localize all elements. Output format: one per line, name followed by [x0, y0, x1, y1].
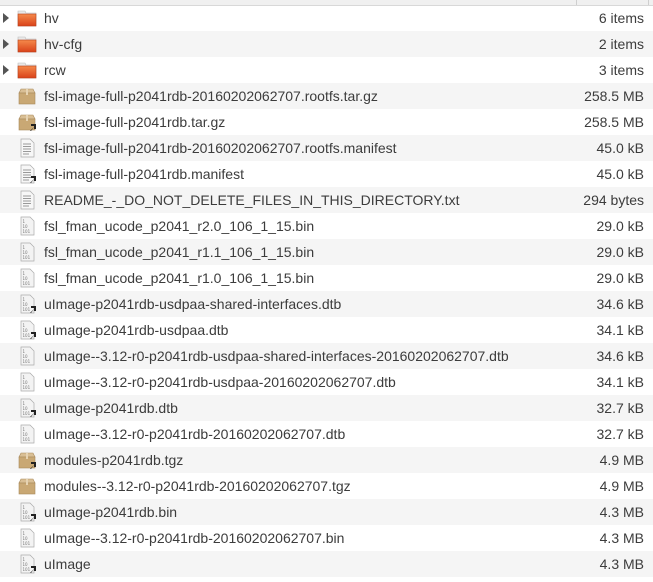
- file-name: modules--3.12-r0-p2041rdb-20160202062707…: [44, 478, 351, 494]
- folder-icon: [17, 8, 37, 28]
- file-size: 3 items: [598, 62, 644, 78]
- file-row[interactable]: 1 10 101 uImage-p2041rdb-usdpaa-shared-inte…: [0, 291, 653, 317]
- file-size: 258.5 MB: [584, 88, 644, 104]
- binary-symlink-icon: 1 10 101: [17, 320, 37, 340]
- file-row[interactable]: 1 10 101 uImage 4.3 MB: [0, 551, 653, 577]
- svg-text:101: 101: [23, 281, 31, 286]
- file-name: uImage-p2041rdb-usdpaa.dtb: [44, 322, 229, 338]
- file-size: 4.9 MB: [599, 478, 644, 494]
- file-name: uImage--3.12-r0-p2041rdb-20160202062707.…: [44, 530, 345, 546]
- file-size: 4.3 MB: [599, 530, 644, 546]
- text-icon: [17, 190, 37, 210]
- binary-symlink-icon: 1 10 101: [17, 502, 37, 522]
- file-size: 34.6 kB: [596, 296, 644, 312]
- file-row[interactable]: 1 10 101 uImage-p2041rdb.dtb 32.7 kB: [0, 395, 653, 421]
- file-name: uImage-p2041rdb.bin: [44, 504, 178, 520]
- file-size: 34.6 kB: [596, 348, 644, 364]
- file-row[interactable]: README_-_DO_NOT_DELETE_FILES_IN_THIS_DIR…: [0, 187, 653, 213]
- file-name: uImage-p2041rdb.dtb: [44, 400, 178, 416]
- file-size: 34.1 kB: [596, 322, 644, 338]
- file-size: 2 items: [598, 36, 644, 52]
- svg-text:101: 101: [23, 255, 31, 260]
- file-name: fsl-image-full-p2041rdb-20160202062707.r…: [44, 140, 397, 156]
- text-icon: [17, 138, 37, 158]
- file-size: 45.0 kB: [596, 140, 644, 156]
- file-row[interactable]: modules-p2041rdb.tgz 4.9 MB: [0, 447, 653, 473]
- file-row[interactable]: 1 10 101 uImage--3.12-r0-p2041rdb-201602020…: [0, 525, 653, 551]
- binary-icon: 1 10 101: [17, 528, 37, 548]
- file-size: 29.0 kB: [596, 218, 644, 234]
- file-name: hv-cfg: [44, 36, 83, 52]
- file-name: uImage--3.12-r0-p2041rdb-20160202062707.…: [44, 426, 346, 442]
- binary-icon: 1 10 101: [17, 242, 37, 262]
- file-name: rcw: [44, 62, 66, 78]
- folder-icon: [17, 60, 37, 80]
- file-row[interactable]: fsl-image-full-p2041rdb.tar.gz 258.5 MB: [0, 109, 653, 135]
- binary-icon: 1 10 101: [17, 268, 37, 288]
- file-row[interactable]: fsl-image-full-p2041rdb-20160202062707.r…: [0, 83, 653, 109]
- svg-text:101: 101: [23, 437, 31, 442]
- text-symlink-icon: [17, 164, 37, 184]
- file-row[interactable]: 1 10 101 uImage--3.12-r0-p2041rdb-usdpaa-20…: [0, 369, 653, 395]
- binary-icon: 1 10 101: [17, 346, 37, 366]
- file-size: 4.3 MB: [599, 504, 644, 520]
- archive-icon: [17, 476, 37, 496]
- file-size: 4.3 MB: [599, 556, 644, 572]
- file-row[interactable]: 1 10 101 fsl_fman_ucode_p2041_r2.0_106_1_15…: [0, 213, 653, 239]
- binary-symlink-icon: 1 10 101: [17, 294, 37, 314]
- archive-symlink-icon: [17, 112, 37, 132]
- file-size: 45.0 kB: [596, 166, 644, 182]
- folder-icon: [17, 34, 37, 54]
- archive-icon: [17, 86, 37, 106]
- svg-text:101: 101: [23, 541, 31, 546]
- binary-symlink-icon: 1 10 101: [17, 398, 37, 418]
- svg-text:101: 101: [23, 385, 31, 390]
- file-name: modules-p2041rdb.tgz: [44, 452, 184, 468]
- svg-text:101: 101: [23, 359, 31, 364]
- file-name: fsl-image-full-p2041rdb-20160202062707.r…: [44, 88, 378, 104]
- folder-row[interactable]: rcw 3 items: [0, 57, 653, 83]
- binary-icon: 1 10 101: [17, 372, 37, 392]
- file-name: fsl_fman_ucode_p2041_r1.1_106_1_15.bin: [44, 244, 315, 260]
- file-size: 294 bytes: [583, 192, 644, 208]
- svg-text:101: 101: [23, 229, 31, 234]
- file-name: uImage: [44, 556, 91, 572]
- file-row[interactable]: 1 10 101 uImage-p2041rdb-usdpaa.dtb 34.1 kB: [0, 317, 653, 343]
- binary-icon: 1 10 101: [17, 216, 37, 236]
- file-size: 6 items: [598, 10, 644, 26]
- binary-symlink-icon: 1 10 101: [17, 554, 37, 574]
- file-size: 29.0 kB: [596, 270, 644, 286]
- expander-icon[interactable]: [3, 13, 9, 23]
- file-size: 258.5 MB: [584, 114, 644, 130]
- archive-symlink-icon: [17, 450, 37, 470]
- file-name: hv: [44, 10, 59, 26]
- file-name: uImage--3.12-r0-p2041rdb-usdpaa-20160202…: [44, 374, 396, 390]
- folder-row[interactable]: hv 6 items: [0, 5, 653, 31]
- file-size: 4.9 MB: [599, 452, 644, 468]
- file-row[interactable]: 1 10 101 uImage--3.12-r0-p2041rdb-usdpaa-sh…: [0, 343, 653, 369]
- file-size: 32.7 kB: [596, 400, 644, 416]
- folder-row[interactable]: hv-cfg 2 items: [0, 31, 653, 57]
- file-row[interactable]: 1 10 101 fsl_fman_ucode_p2041_r1.1_106_1_15…: [0, 239, 653, 265]
- file-name: fsl_fman_ucode_p2041_r1.0_106_1_15.bin: [44, 270, 315, 286]
- binary-icon: 1 10 101: [17, 424, 37, 444]
- file-name: fsl_fman_ucode_p2041_r2.0_106_1_15.bin: [44, 218, 315, 234]
- file-list: hv 6 items hv-cfg 2 items rcw 3 items fsl-imag…: [0, 5, 653, 577]
- file-row[interactable]: 1 10 101 fsl_fman_ucode_p2041_r1.0_106_1_15…: [0, 265, 653, 291]
- file-name: README_-_DO_NOT_DELETE_FILES_IN_THIS_DIR…: [44, 192, 460, 208]
- file-row[interactable]: 1 10 101 uImage--3.12-r0-p2041rdb-201602020…: [0, 421, 653, 447]
- file-row[interactable]: fsl-image-full-p2041rdb.manifest 45.0 kB: [0, 161, 653, 187]
- file-size: 32.7 kB: [596, 426, 644, 442]
- expander-icon[interactable]: [3, 65, 9, 75]
- file-row[interactable]: fsl-image-full-p2041rdb-20160202062707.r…: [0, 135, 653, 161]
- file-row[interactable]: 1 10 101 uImage-p2041rdb.bin 4.3 MB: [0, 499, 653, 525]
- file-size: 34.1 kB: [596, 374, 644, 390]
- file-size: 29.0 kB: [596, 244, 644, 260]
- expander-icon[interactable]: [3, 39, 9, 49]
- file-name: fsl-image-full-p2041rdb.manifest: [44, 166, 244, 182]
- file-row[interactable]: modules--3.12-r0-p2041rdb-20160202062707…: [0, 473, 653, 499]
- file-name: fsl-image-full-p2041rdb.tar.gz: [44, 114, 226, 130]
- file-name: uImage-p2041rdb-usdpaa-shared-interfaces…: [44, 296, 342, 312]
- file-name: uImage--3.12-r0-p2041rdb-usdpaa-shared-i…: [44, 348, 509, 364]
